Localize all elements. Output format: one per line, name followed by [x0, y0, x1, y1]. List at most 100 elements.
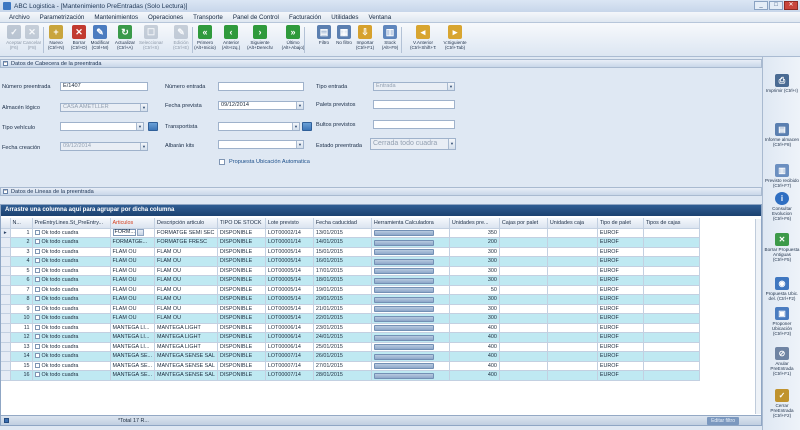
calculator-button[interactable] [373, 344, 434, 351]
cell-tipo-stock[interactable]: DISPONIBLE [217, 247, 266, 257]
cell-tipos-cajas[interactable] [643, 304, 700, 314]
anterior-button[interactable]: ‹ Anterior (Alt+Izq.) [218, 25, 244, 55]
cell-tipo-palet[interactable]: EUROF [597, 351, 644, 362]
cell-lote[interactable]: LOT00005/14 [265, 313, 314, 324]
cell-descripcion[interactable]: FLAM OU [154, 275, 218, 286]
cell-cajas-palet[interactable] [499, 370, 548, 381]
col-header-articulos[interactable]: Articulos [110, 218, 156, 229]
cell-cajas-palet[interactable] [499, 294, 548, 305]
cell-descripcion[interactable]: MANTEGA SENSE SAL [154, 370, 218, 381]
header-section-bar[interactable]: − Datos de Cabecera de la preentrada [0, 59, 762, 68]
cell-cajas-palet[interactable] [499, 361, 548, 371]
cell-unidades-caja[interactable] [547, 313, 598, 324]
info-action-button[interactable]: i Consultar Evolucion (Ctrl+F6) [764, 192, 800, 222]
cell-unidades-caja[interactable] [547, 342, 598, 352]
cell-calculadora[interactable] [371, 370, 450, 381]
calculator-button[interactable] [373, 268, 434, 275]
cell-tipo-palet[interactable]: EUROF [597, 370, 644, 381]
row-indicator[interactable] [1, 351, 11, 362]
select-almacen-logico[interactable]: CASA AMETLLER ▼ [60, 103, 148, 112]
cell-tipos-cajas[interactable] [643, 332, 700, 343]
cell-tipo-palet[interactable]: EUROF [597, 237, 644, 248]
table-row[interactable]: 6 Ok todo cuadra FLAM OU FLAM OU DISPONIBLE L… [1, 275, 700, 286]
cell-articulo[interactable]: FLAM OU [110, 256, 156, 267]
cell-lote[interactable]: LOT00005/14 [265, 275, 314, 286]
calculator-button[interactable] [373, 287, 434, 294]
cell-calculadora[interactable] [371, 294, 450, 305]
row-checkbox[interactable] [34, 248, 40, 254]
calculator-button[interactable] [373, 325, 434, 332]
cell-articulo[interactable]: FLAM OU [110, 266, 156, 276]
cell-calculadora[interactable] [371, 351, 450, 362]
cell-caducidad[interactable]: 20/01/2015 [313, 294, 372, 305]
col-header-unidades[interactable]: Unidades pre... [449, 218, 500, 229]
cell-unidades-caja[interactable] [547, 266, 598, 276]
cell-articulo[interactable]: MANTEGA SE... [110, 361, 156, 371]
table-row[interactable]: 11 Ok todo cuadra MANTEGA LI... MANTEGA LIG… [1, 323, 700, 333]
cell-estado[interactable]: Ok todo cuadra [32, 256, 111, 267]
cell-cajas-palet[interactable] [499, 313, 548, 324]
row-indicator[interactable] [1, 370, 11, 381]
cell-descripcion[interactable]: MANTEGA LIGHT [154, 323, 218, 333]
minimize-button[interactable]: _ [754, 1, 768, 10]
col-header-lote[interactable]: Lote previsto [265, 218, 314, 229]
cell-descripcion[interactable]: FLAM OU [154, 247, 218, 257]
cell-estado[interactable]: Ok todo cuadra [32, 361, 111, 371]
cell-articulo[interactable]: FLAM OU [110, 247, 156, 257]
col-header-descripcion[interactable]: Descripción articulo [154, 218, 218, 229]
transportista-lookup-button[interactable] [302, 122, 312, 131]
col-header-estado[interactable]: PreEntryLines.St_PreEntry... [32, 218, 111, 229]
lines-section-bar[interactable]: − Datos de Lineas de la preentrada [0, 187, 762, 196]
select-estado-preentrada[interactable]: Cerrada todo cuadra ▼ [370, 138, 456, 150]
table-row[interactable]: 16 Ok todo cuadra MANTEGA SE... MANTEGA SEN… [1, 370, 700, 381]
cell-calculadora[interactable] [371, 266, 450, 276]
row-checkbox[interactable] [34, 353, 40, 359]
-ltimo-button[interactable]: » Último (Alt+Abajo) [280, 25, 306, 55]
calculator-button[interactable] [373, 372, 434, 379]
table-row[interactable]: 14 Ok todo cuadra MANTEGA SE... MANTEGA SEN… [1, 351, 700, 362]
cell-tipo-stock[interactable]: DISPONIBLE [217, 256, 266, 267]
chevron-down-icon[interactable]: ▼ [292, 123, 299, 130]
cell-unidades-caja[interactable] [547, 361, 598, 371]
col-header-tipos-cajas[interactable]: Tipos de cajas [643, 218, 700, 229]
cell-caducidad[interactable]: 23/01/2015 [313, 323, 372, 333]
cell-descripcion[interactable]: FLAM OU [154, 313, 218, 324]
cell-lote[interactable]: LOT00007/14 [265, 370, 314, 381]
cell-tipos-cajas[interactable] [643, 266, 700, 276]
calculator-button[interactable] [373, 239, 434, 246]
cell-n[interactable]: 8 [10, 294, 33, 305]
cell-descripcion[interactable]: FLAM OU [154, 304, 218, 314]
cell-unidades[interactable]: 400 [449, 323, 500, 333]
table-row[interactable]: 3 Ok todo cuadra FLAM OU FLAM OU DISPONIBLE L… [1, 247, 700, 257]
field-numero-entrada[interactable] [218, 82, 304, 91]
cell-unidades-caja[interactable] [547, 237, 598, 248]
row-checkbox[interactable] [34, 277, 40, 283]
row-indicator[interactable] [1, 304, 11, 314]
cell-descripcion[interactable]: FLAM OU [154, 294, 218, 305]
chevron-down-icon[interactable]: ▼ [447, 83, 454, 90]
calculator-button[interactable] [373, 277, 434, 284]
cell-n[interactable]: 6 [10, 275, 33, 286]
propuesta-ubicacion-checkbox[interactable] [219, 159, 225, 165]
cell-tipos-cajas[interactable] [643, 237, 700, 248]
menu-parametrizacion[interactable]: Parametrización [35, 14, 90, 21]
cell-unidades-caja[interactable] [547, 247, 598, 257]
cell-articulo[interactable]: MANTEGA LI... [110, 323, 156, 333]
cell-caducidad[interactable]: 14/01/2015 [313, 237, 372, 248]
cell-caducidad[interactable]: 25/01/2015 [313, 342, 372, 352]
menu-utilidades[interactable]: Utilidades [326, 14, 363, 21]
collapse-header-toggle[interactable]: − [3, 61, 8, 66]
seleccionar-button[interactable]: ☐ Seleccionar (Ctrl+S) [138, 25, 164, 55]
grid-vertical-scrollbar[interactable] [755, 219, 761, 414]
cell-n[interactable]: 7 [10, 285, 33, 295]
cell-caducidad[interactable]: 21/01/2015 [313, 304, 372, 314]
row-checkbox[interactable] [34, 305, 40, 311]
select-tipo-entrada[interactable]: Entrada ▼ [373, 82, 455, 91]
calculator-button[interactable] [373, 230, 434, 237]
cell-tipo-palet[interactable]: EUROF [597, 256, 644, 267]
cell-lote[interactable]: LOT00005/14 [265, 266, 314, 276]
cell-estado[interactable]: Ok todo cuadra [32, 285, 111, 295]
select-transportista[interactable]: ▼ [218, 122, 300, 131]
location-action-button[interactable]: ◉ Propuesta Ubic. del. (Ctrl+F2) [764, 277, 800, 301]
cell-n[interactable]: 16 [10, 370, 33, 381]
